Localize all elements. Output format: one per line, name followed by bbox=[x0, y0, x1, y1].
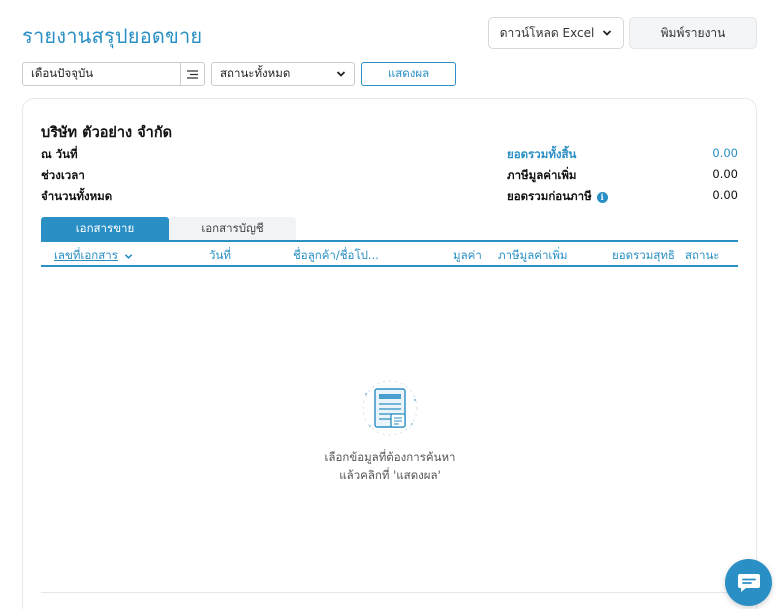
pre-tax-total-value: 0.00 bbox=[712, 188, 738, 202]
period-select[interactable]: เดือนปัจจุบัน bbox=[22, 62, 205, 86]
period-menu-button[interactable] bbox=[180, 63, 204, 85]
table-bottom-divider bbox=[41, 592, 738, 593]
column-date[interactable]: วันที่ bbox=[209, 247, 231, 265]
company-name: บริษัท ตัวอย่าง จำกัด bbox=[41, 125, 173, 141]
download-excel-button[interactable]: ดาวน์โหลด Excel bbox=[488, 17, 624, 49]
vat-value: 0.00 bbox=[712, 167, 738, 181]
vat-label: ภาษีมูลค่าเพิ่ม bbox=[507, 168, 577, 182]
page-title: รายงานสรุปยอดขาย bbox=[22, 24, 203, 48]
column-customer[interactable]: ชื่อลูกค้า/ชื่อโป... bbox=[293, 247, 379, 265]
column-amount[interactable]: มูลค่า bbox=[453, 247, 482, 265]
print-report-button[interactable]: พิมพ์รายงาน bbox=[629, 17, 757, 49]
empty-state-line1: เลือกข้อมูลที่ต้องการค้นหา bbox=[324, 450, 456, 464]
chevron-down-icon bbox=[124, 253, 133, 259]
period-select-value: เดือนปัจจุบัน bbox=[31, 66, 94, 80]
total-count-label: จำนวนทั้งหมด bbox=[41, 189, 113, 203]
column-vat[interactable]: ภาษีมูลค่าเพิ่ม bbox=[498, 247, 568, 265]
chat-icon bbox=[737, 573, 760, 592]
chevron-down-icon bbox=[603, 30, 612, 36]
empty-state-line2: แล้วคลิกที่ 'แสดงผล' bbox=[339, 468, 441, 482]
show-results-button[interactable]: แสดงผล bbox=[361, 62, 456, 86]
tab-accounting-documents[interactable]: เอกสารบัญชี bbox=[169, 217, 296, 241]
grand-total-label: ยอดรวมทั้งสิ้น bbox=[507, 147, 577, 161]
empty-state-message: เลือกข้อมูลที่ต้องการค้นหา แล้วคลิกที่ '… bbox=[290, 448, 490, 484]
info-icon[interactable]: i bbox=[596, 191, 608, 203]
download-excel-label: ดาวน์โหลด Excel bbox=[499, 25, 595, 40]
table-header: เลขที่เอกสาร วันที่ ชื่อลูกค้า/ชื่อโป...… bbox=[41, 240, 738, 267]
tab-sales-documents[interactable]: เอกสารขาย bbox=[41, 217, 169, 241]
chat-button[interactable] bbox=[725, 559, 772, 606]
column-status[interactable]: สถานะ bbox=[685, 247, 719, 265]
report-card bbox=[22, 98, 757, 609]
list-menu-icon bbox=[187, 69, 198, 79]
status-select-value: สถานะทั้งหมด bbox=[220, 66, 291, 80]
column-document-number[interactable]: เลขที่เอกสาร bbox=[54, 247, 133, 265]
column-net-total[interactable]: ยอดรวมสุทธิ bbox=[612, 247, 675, 265]
chevron-down-icon bbox=[336, 71, 346, 77]
grand-total-value: 0.00 bbox=[712, 146, 738, 160]
document-icon bbox=[362, 380, 418, 436]
as-of-date-label: ณ วันที่ bbox=[41, 147, 78, 161]
status-select[interactable]: สถานะทั้งหมด bbox=[211, 62, 355, 86]
period-label: ช่วงเวลา bbox=[41, 168, 85, 182]
pre-tax-total-label: ยอดรวมก่อนภาษี i bbox=[507, 188, 608, 206]
